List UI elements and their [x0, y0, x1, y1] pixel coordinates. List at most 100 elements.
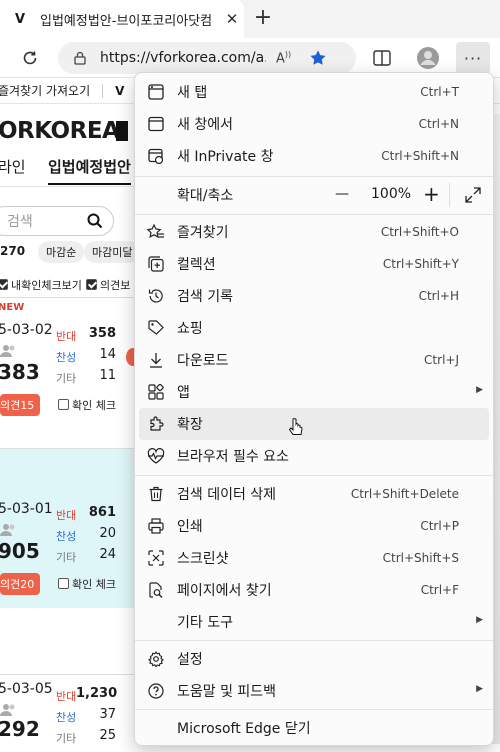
profile-avatar[interactable]: [412, 42, 444, 74]
support-label: 찬성: [56, 530, 77, 543]
menu-item-print[interactable]: 인쇄 Ctrl+P: [135, 510, 493, 542]
zoom-out-button[interactable]: —: [335, 186, 349, 202]
menu-item-label: 확장: [177, 417, 203, 433]
other-count: 25: [99, 728, 116, 743]
menu-item-inprivate[interactable]: 새 InPrivate 창 Ctrl+Shift+N: [135, 140, 493, 172]
site-logo[interactable]: ORKOREA: [0, 118, 120, 144]
extensions-icon: [135, 416, 177, 432]
sort-chip-deadline[interactable]: 마감순: [38, 241, 85, 263]
menu-item-find[interactable]: 페이지에서 찾기 Ctrl+F: [135, 574, 493, 606]
menu-item-clear-data[interactable]: 검색 데이터 삭제 Ctrl+Shift+Delete: [135, 478, 493, 510]
menu-item-favorites[interactable]: 즐겨찾기 Ctrl+Shift+O: [135, 216, 493, 248]
people-icon: [0, 703, 18, 717]
chevron-right-icon: ▶: [476, 684, 483, 694]
menu-item-help[interactable]: 도움말 및 피드백 ▶: [135, 675, 493, 707]
menu-item-screenshot[interactable]: 스크린샷 Ctrl+Shift+S: [135, 542, 493, 574]
menu-item-shortcut: Ctrl+J: [424, 353, 459, 367]
tab-active[interactable]: V 입법예정법안-브이포코리아닷컴 ✕: [0, 0, 244, 38]
filter-label: 의견보: [100, 279, 131, 292]
bill-card[interactable]: 5-03-05 292 반대 1,230 찬성 37 기타 25: [0, 674, 135, 752]
bill-card[interactable]: NEW 5-03-02 383 의견15 반대 358 찬성 14 기타 11 …: [0, 297, 140, 431]
other-label: 기타: [56, 372, 77, 385]
confirm-check[interactable]: 확인 체크: [58, 576, 116, 592]
menu-item-settings[interactable]: 설정: [135, 643, 493, 675]
read-aloud-icon[interactable]: A)): [276, 50, 291, 66]
screenshot-icon: [135, 550, 177, 566]
opinion-badge[interactable]: 의견20: [0, 573, 41, 595]
settings-more-button[interactable]: ···: [456, 42, 490, 74]
menu-item-shortcut: Ctrl+T: [420, 85, 459, 99]
menu-item-shopping[interactable]: 쇼핑: [135, 312, 493, 344]
bill-card[interactable]: 5-03-01 905 의견20 반대 861 찬성 20 기타 24 확인 체…: [0, 448, 135, 608]
menu-item-browser-essentials[interactable]: 브라우저 필수 요소: [135, 440, 493, 472]
favorites-item[interactable]: V: [115, 84, 124, 98]
menu-item-shortcut: Ctrl+Shift+Delete: [350, 487, 459, 501]
menu-item-extensions[interactable]: 확장: [139, 408, 489, 440]
settings-icon: [135, 651, 177, 667]
menu-item-label: 인쇄: [177, 519, 203, 535]
menu-item-downloads[interactable]: 다운로드 Ctrl+J: [135, 344, 493, 376]
support-label: 찬성: [56, 351, 77, 364]
oppose-label: 반대: [56, 330, 77, 343]
split-screen-icon[interactable]: [366, 42, 398, 74]
menu-item-label: 설정: [177, 652, 203, 668]
menu-item-label: 쇼핑: [177, 321, 203, 337]
menu-item-close-edge[interactable]: Microsoft Edge 닫기: [135, 712, 493, 744]
menu-item-shortcut: Ctrl+F: [420, 583, 459, 597]
address-bar[interactable]: https://vforkorea.com/a... A)): [58, 42, 356, 74]
menu-item-collections[interactable]: 컬렉션 Ctrl+Shift+Y: [135, 248, 493, 280]
nav-item-bills[interactable]: 입법예정법안: [48, 156, 131, 185]
fullscreen-icon[interactable]: [465, 187, 481, 203]
menu-separator: [135, 640, 493, 641]
divider: [449, 183, 450, 207]
new-tab-icon: [135, 84, 177, 100]
confirm-label: 확인 체크: [72, 578, 116, 591]
search-input[interactable]: 검색: [0, 206, 114, 236]
menu-item-label: 새 창에서: [177, 117, 233, 133]
refresh-icon[interactable]: [14, 42, 46, 74]
oppose-label: 반대: [56, 690, 77, 703]
tab-close-icon[interactable]: ✕: [220, 10, 244, 28]
apps-icon: [135, 384, 177, 400]
filter-my-check[interactable]: 내확인체크보기: [0, 277, 82, 293]
menu-item-history[interactable]: 검색 기록 Ctrl+H: [135, 280, 493, 312]
checkbox-icon[interactable]: [86, 279, 97, 290]
zoom-in-button[interactable]: +: [423, 182, 440, 206]
menu-item-new-tab[interactable]: 새 탭 Ctrl+T: [135, 76, 493, 108]
sort-chip-under[interactable]: 마감미달: [84, 241, 141, 263]
import-favorites-link[interactable]: 즐겨찾기 가져오기: [0, 82, 90, 99]
zoom-level: 100%: [371, 186, 412, 202]
checkbox-icon[interactable]: [58, 578, 69, 589]
filter-opinion[interactable]: 의견보: [86, 277, 130, 293]
checkbox-icon[interactable]: [58, 399, 69, 410]
heartbeat-icon: [135, 448, 177, 464]
menu-item-apps[interactable]: 앱 ▶: [135, 376, 493, 408]
new-tab-button[interactable]: +: [250, 6, 276, 32]
other-label: 기타: [56, 551, 77, 564]
download-icon: [135, 352, 177, 368]
card-date: 5-03-02: [0, 322, 53, 338]
menu-item-new-window[interactable]: 새 창에서 Ctrl+N: [135, 108, 493, 140]
menu-item-label: 브라우저 필수 요소: [177, 449, 289, 465]
find-icon: [135, 582, 177, 598]
confirm-check[interactable]: 확인 체크: [58, 397, 116, 413]
menu-item-label: 검색 데이터 삭제: [177, 487, 277, 503]
site-favicon: V: [14, 11, 26, 27]
chevron-right-icon: ▶: [476, 615, 483, 625]
settings-menu: 새 탭 Ctrl+T 새 창에서 Ctrl+N 새 InPrivate 창 Ct…: [134, 72, 494, 746]
nav-item-line[interactable]: 라인: [0, 156, 26, 177]
menu-item-more-tools[interactable]: 기타 도구 ▶: [135, 606, 493, 638]
search-icon[interactable]: [87, 213, 103, 229]
lock-icon[interactable]: [74, 51, 86, 65]
tab-title: 입법예정법안-브이포코리아닷컴: [40, 13, 213, 29]
divider: [0, 186, 135, 187]
confirm-label: 확인 체크: [72, 399, 116, 412]
favorite-star-icon[interactable]: [309, 49, 327, 67]
people-icon: [0, 344, 18, 358]
menu-item-shortcut: Ctrl+Shift+Y: [382, 257, 459, 271]
checkbox-icon[interactable]: [0, 279, 8, 290]
card-date: 5-03-05: [0, 681, 53, 697]
other-label: 기타: [56, 732, 77, 745]
opinion-badge[interactable]: 의견15: [0, 394, 41, 416]
people-icon: [0, 523, 18, 537]
